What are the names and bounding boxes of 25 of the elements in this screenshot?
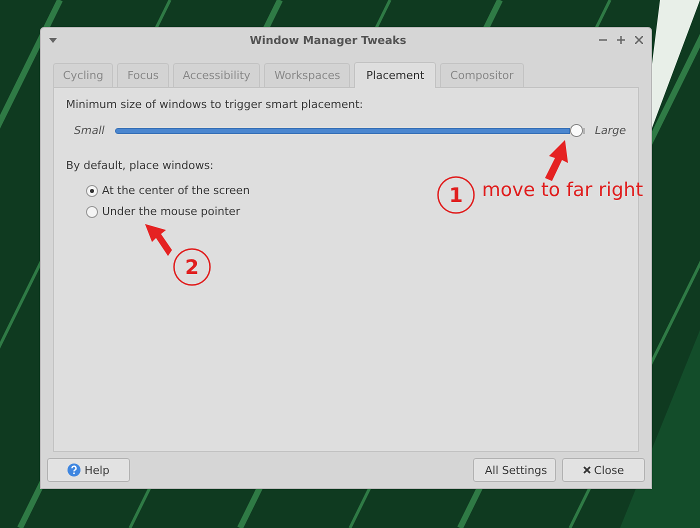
radio-button[interactable] [86, 184, 98, 196]
close-button[interactable]: Close [562, 458, 645, 482]
help-icon [67, 463, 82, 477]
help-button[interactable]: Help [47, 458, 130, 482]
arrow-annotation [545, 140, 568, 181]
tab[interactable]: Placement [354, 62, 436, 88]
slider-label: Minimum size of windows to trigger smart placement: [66, 98, 364, 111]
close-icon[interactable] [635, 36, 643, 44]
window-title: Window Manager Tweaks [248, 34, 408, 46]
section-label: By default, place windows: [66, 159, 215, 172]
all-settings-button[interactable]: All Settings [473, 458, 556, 482]
close-icon [583, 466, 592, 474]
annotation-text: move to far right [482, 179, 644, 201]
menu-icon[interactable] [49, 38, 57, 42]
arrow-annotation [145, 224, 172, 256]
max-label: Large [594, 124, 626, 137]
slider-track [582, 128, 585, 134]
radio-label[interactable]: At the center of the screen [102, 184, 250, 197]
number-badge: 1 [437, 176, 475, 214]
slider-thumb[interactable] [570, 124, 583, 137]
radio-label[interactable]: Under the mouse pointer [102, 205, 240, 218]
radio-button[interactable] [86, 206, 98, 218]
maximize-icon[interactable] [617, 36, 625, 44]
min-label: Small [74, 124, 105, 137]
number-badge: 2 [173, 248, 211, 286]
